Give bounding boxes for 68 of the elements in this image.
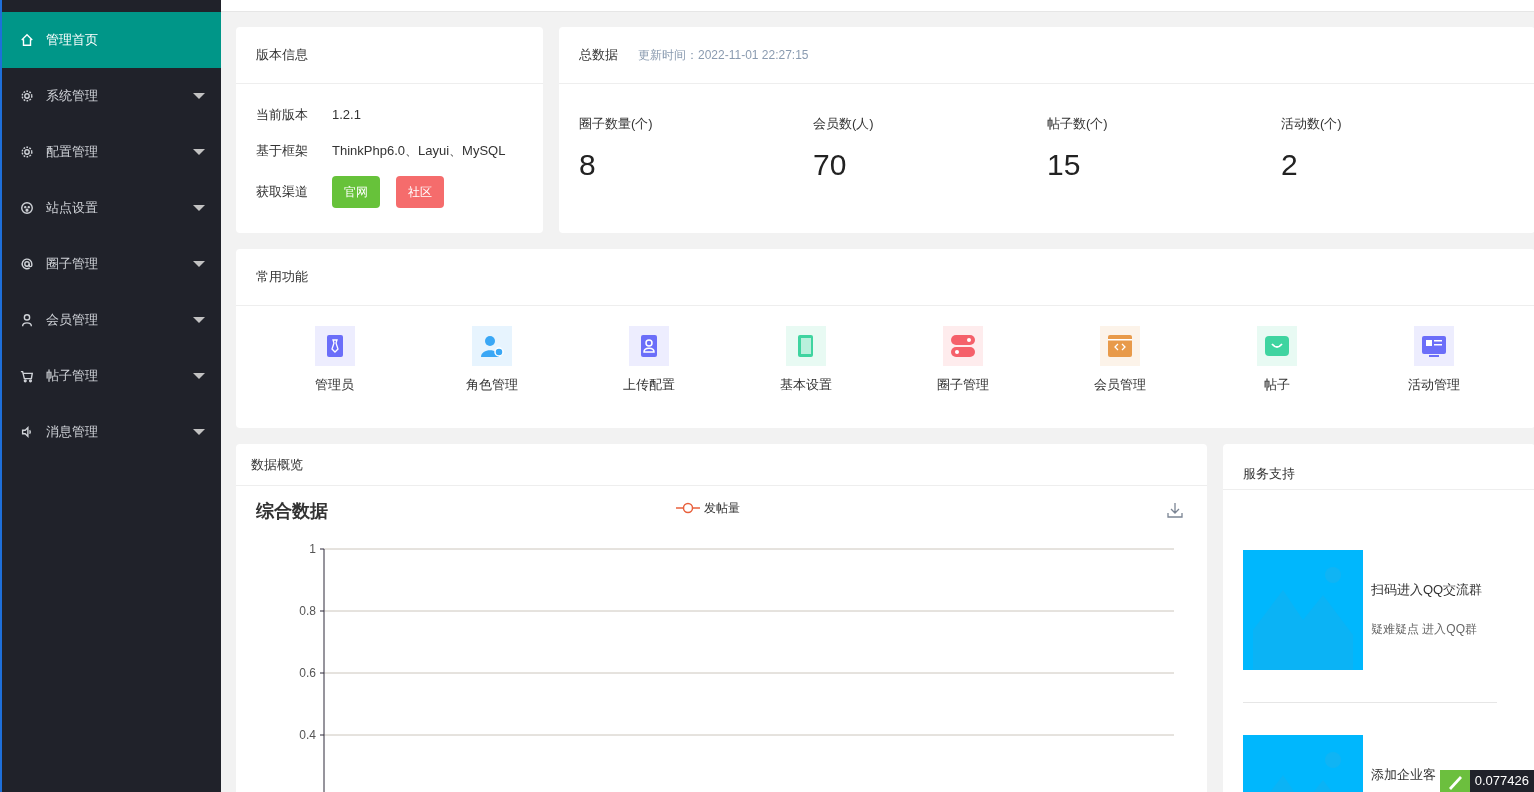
people-icon — [471, 326, 512, 366]
speaker-icon — [20, 425, 34, 439]
shortcut-item[interactable]: 基本设置 — [727, 326, 884, 395]
info-label: 当前版本 — [256, 106, 308, 125]
stat-label: 活动数(个) — [1281, 115, 1343, 133]
support-subtitle: 疑难疑点 进入QQ群 — [1371, 620, 1478, 638]
stat-label: 会员数(人) — [813, 115, 875, 133]
shortcut-item[interactable]: 角色管理 — [413, 326, 570, 395]
stat-label: 帖子数(个) — [1047, 115, 1109, 133]
info-value: ThinkPhp6.0、Layui、MySQL — [332, 142, 506, 161]
info-label: 基于框架 — [256, 142, 308, 161]
legend-label: 发帖量 — [704, 500, 740, 517]
caret-icon — [193, 261, 205, 267]
chart-title: 综合数据 — [256, 500, 329, 523]
download-icon[interactable] — [1167, 502, 1183, 518]
contact-icon — [628, 326, 669, 366]
shortcut-item[interactable]: 上传配置 — [570, 326, 727, 395]
shortcut-item[interactable]: 活动管理 — [1355, 326, 1512, 395]
floating-widget[interactable]: 0.077426 — [1439, 770, 1534, 792]
support-title: 扫码进入QQ交流群 — [1371, 581, 1483, 599]
info-value: 1.2.1 — [332, 106, 361, 125]
caret-icon — [193, 429, 205, 435]
caret-icon — [193, 205, 205, 211]
screen-icon — [1413, 326, 1454, 366]
tick-label: 1 — [309, 542, 316, 556]
sidebar-item[interactable]: 会员管理 — [2, 292, 221, 348]
shortcut-item[interactable]: 圈子管理 — [884, 326, 1041, 395]
sidebar-item[interactable]: 管理首页 — [2, 12, 221, 68]
shortcut-item[interactable]: 帖子 — [1198, 326, 1355, 395]
gear-icon — [20, 89, 34, 103]
sidebar-item[interactable]: 系统管理 — [2, 68, 221, 124]
support-title: 添加企业客 — [1371, 766, 1436, 784]
stat-value: 8 — [579, 146, 597, 183]
gear-icon — [20, 145, 34, 159]
card-title: 常用功能 — [256, 268, 308, 287]
badge-icon — [314, 326, 355, 366]
sidebar-item[interactable]: 配置管理 — [2, 124, 221, 180]
code-icon — [1099, 326, 1140, 366]
caret-icon — [193, 93, 205, 99]
sidebar-item[interactable]: 圈子管理 — [2, 236, 221, 292]
caret-icon — [193, 317, 205, 323]
cart-icon — [20, 369, 34, 383]
tick-label: 0.4 — [299, 728, 316, 742]
caret-icon — [193, 149, 205, 155]
home-icon — [20, 33, 34, 47]
at-icon — [20, 257, 34, 271]
stat-value: 2 — [1281, 146, 1299, 183]
card-title: 版本信息 — [256, 46, 308, 65]
shortcut-item[interactable]: 管理员 — [256, 326, 413, 395]
sidebar-item[interactable]: 帖子管理 — [2, 348, 221, 404]
card-title: 数据概览 — [251, 455, 303, 474]
book-icon — [785, 326, 826, 366]
shortcut-item[interactable]: 会员管理 — [1041, 326, 1198, 395]
tick-label: 0.6 — [299, 666, 316, 680]
stat-value: 70 — [813, 146, 848, 183]
sidebar-item[interactable]: 消息管理 — [2, 404, 221, 460]
face-icon — [20, 201, 34, 215]
card-title: 服务支持 — [1243, 464, 1295, 483]
stat-value: 15 — [1047, 146, 1082, 183]
tick-label: 0.8 — [299, 604, 316, 618]
toggle-icon — [942, 326, 983, 366]
stat-label: 圈子数量(个) — [579, 115, 654, 133]
card-title: 总数据 — [579, 46, 618, 65]
user-icon — [20, 313, 34, 327]
info-label: 获取渠道 — [256, 183, 308, 202]
update-time: 更新时间：2022-11-01 22:27:15 — [638, 47, 809, 64]
caret-icon — [193, 373, 205, 379]
sidebar-item[interactable]: 站点设置 — [2, 180, 221, 236]
